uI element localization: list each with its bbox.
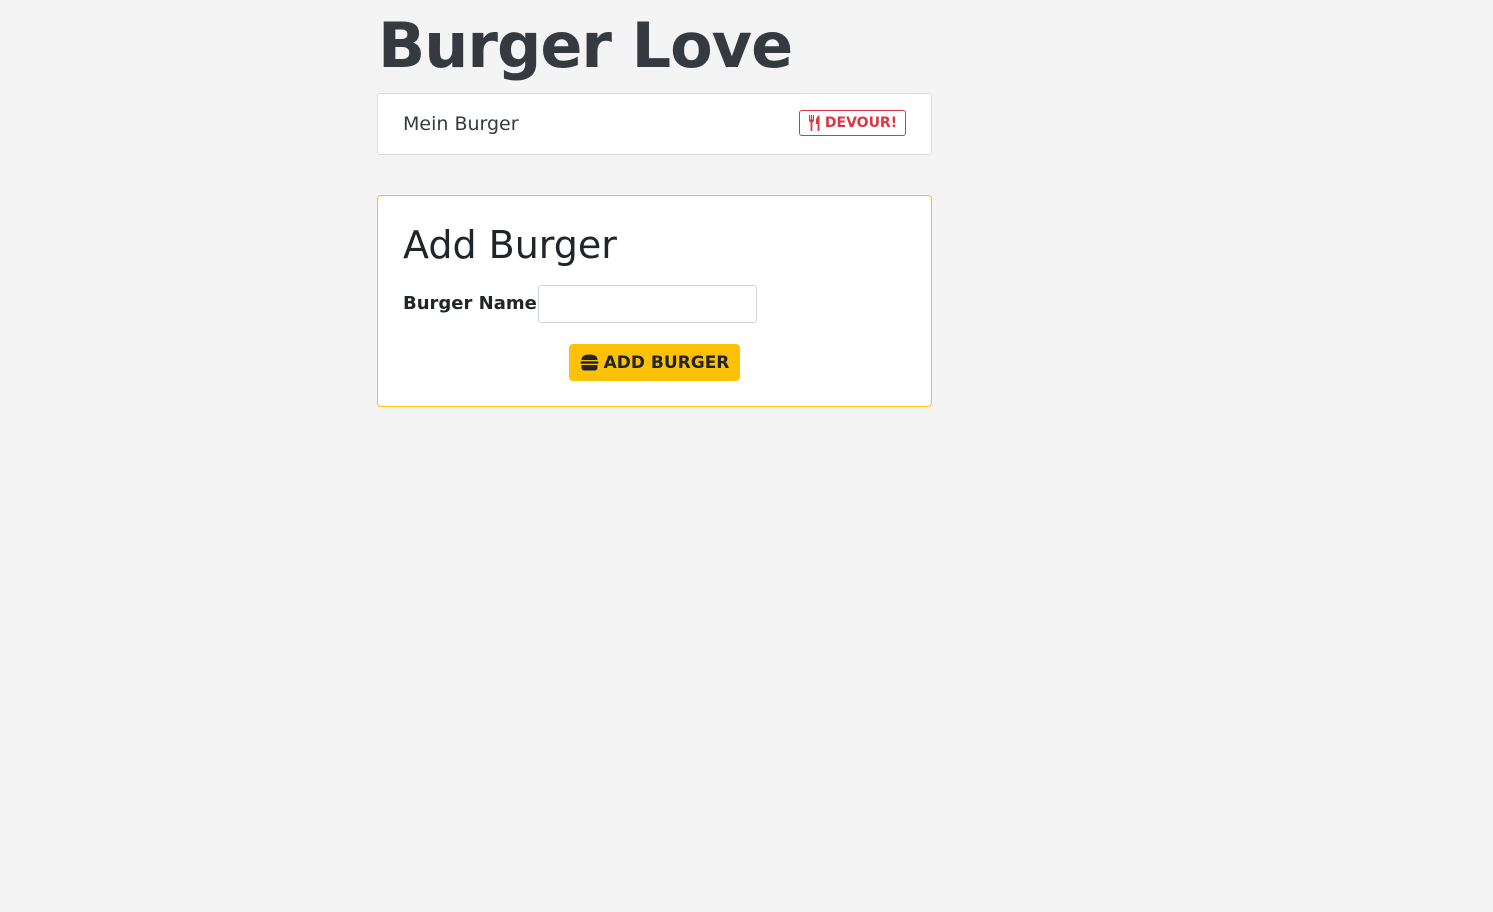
add-burger-label: ADD BURGER [603, 352, 730, 373]
burger-list: Mein Burger DEVOUR! [377, 93, 932, 155]
devour-button[interactable]: DEVOUR! [799, 110, 906, 136]
hamburger-icon [580, 354, 599, 371]
burger-name: Mein Burger [403, 113, 519, 135]
add-burger-button[interactable]: ADD BURGER [569, 344, 740, 381]
burger-name-input[interactable] [538, 285, 757, 323]
add-burger-card: Add Burger Burger Name ADD BURGER [377, 195, 932, 407]
devour-label: DEVOUR! [824, 115, 898, 131]
burger-name-label: Burger Name [403, 293, 537, 314]
utensils-icon [808, 115, 821, 131]
add-burger-heading: Add Burger [403, 223, 617, 267]
page-title: Burger Love [378, 9, 793, 82]
